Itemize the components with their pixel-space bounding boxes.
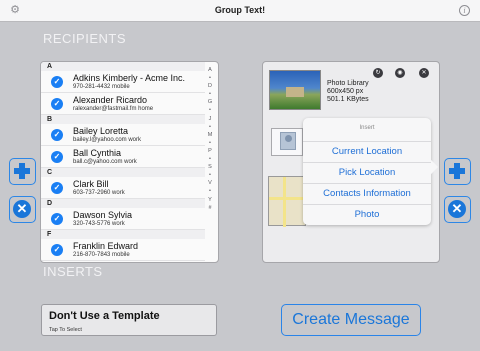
index-letter[interactable]: Y [204,196,216,204]
checkmark-icon[interactable]: ✓ [51,151,63,163]
index-letter[interactable]: V [204,179,216,187]
index-letter[interactable]: M [204,131,216,139]
contact-detail: 320-743-5776 work [73,221,125,227]
index-letter[interactable]: A [204,66,216,74]
menu-item-contacts-information[interactable]: Contacts Information [303,183,431,203]
menu-item-current-location[interactable]: Current Location [303,141,431,161]
contact-name: Bailey Loretta [73,126,129,136]
contact-name: Alexander Ricardo [73,95,148,105]
photo-source: Photo Library [327,80,369,87]
contact-row[interactable]: ✓ Ball Cynthia ball.c@yahoo.com work [41,146,205,168]
delete-icon[interactable]: ✕ [419,68,429,78]
close-icon: ✕ [13,200,31,218]
photo-thumbnail[interactable] [269,70,321,110]
index-letter[interactable]: • [204,123,216,131]
checkmark-icon[interactable]: ✓ [51,129,63,141]
info-icon[interactable]: i [459,5,470,16]
menu-item-pick-location[interactable]: Pick Location [303,162,431,182]
contact-detail: 216-870-7843 mobile [73,252,130,258]
index-letter[interactable]: • [204,155,216,163]
contact-name: Franklin Edward [73,241,139,251]
section-header: B [41,115,205,124]
add-insert-button[interactable] [444,158,471,185]
contacts-table: A ✓ Adkins Kimberly - Acme Inc. 970-281-443… [41,62,205,261]
index-letter[interactable]: • [204,171,216,179]
photo-info: Photo Library 600x450 px 501.1 KBytes [327,80,369,104]
index-letter[interactable]: G [204,98,216,106]
contact-detail: 603-737-2960 work [73,190,125,196]
plus-icon [14,163,30,179]
refresh-icon[interactable]: ↻ [373,68,383,78]
remove-recipient-button[interactable]: ✕ [9,196,36,223]
contact-name: Dawson Sylvia [73,210,133,220]
checkmark-icon[interactable]: ✓ [51,76,63,88]
recipients-label: RECIPIENTS [43,31,127,46]
checkmark-icon[interactable]: ✓ [51,244,63,256]
contact-detail: ball.c@yahoo.com work [73,159,137,165]
index-letter[interactable]: • [204,106,216,114]
section-header: F [41,230,205,239]
contact-card-thumbnail[interactable] [271,128,303,156]
contact-row[interactable]: ✓ Dawson Sylvia 320-743-5776 work [41,208,205,230]
add-recipient-button[interactable] [9,158,36,185]
index-letter[interactable]: • [204,90,216,98]
contact-row[interactable]: ✓ Franklin Edward 216-870-7843 mobile [41,239,205,261]
index-letter[interactable]: D [204,82,216,90]
index-letter[interactable]: • [204,187,216,195]
navigation-bar: ⚙ Group Text! i [0,0,480,22]
contact-icon [280,132,296,150]
contact-row[interactable]: ✓ Bailey Loretta bailey.l@yahoo.com work [41,124,205,146]
index-letter[interactable]: # [204,204,216,212]
menu-item-photo[interactable]: Photo [303,204,431,224]
contact-name: Ball Cynthia [73,148,122,158]
contact-detail: bailey.l@yahoo.com work [73,137,142,143]
contact-name: Clark Bill [73,179,109,189]
template-title: Don't Use a Template [49,310,160,322]
app-title: Group Text! [214,5,266,15]
index-letter[interactable]: • [204,74,216,82]
contact-row[interactable]: ✓ Clark Bill 603-737-2960 work [41,177,205,199]
contact-detail: 970-281-4432 mobile [73,84,130,90]
index-letter[interactable]: J [204,115,216,123]
close-icon: ✕ [448,200,466,218]
insert-popover: Insert Current Location Pick Location Co… [303,118,439,225]
contact-row[interactable]: ✓ Alexander Ricardo ralexander@fastmail.fm… [41,93,205,115]
map-thumbnail[interactable] [268,176,307,227]
photo-bytes: 501.1 KBytes [327,96,369,103]
remove-insert-button[interactable]: ✕ [444,196,471,223]
recipients-list[interactable]: A ✓ Adkins Kimberly - Acme Inc. 970-281-443… [40,61,219,263]
section-header: A [41,62,205,71]
popover-title: Insert [359,125,375,131]
section-header: C [41,168,205,177]
section-index[interactable]: A • D • G • J • M • P • S • V • Y # [204,66,216,212]
template-selector-button[interactable]: Don't Use a Template Tap To Select [41,304,217,336]
checkmark-icon[interactable]: ✓ [51,213,63,225]
inserts-label: INSERTS [43,264,103,279]
section-header: D [41,199,205,208]
index-letter[interactable]: • [204,139,216,147]
contact-row[interactable]: ✓ Adkins Kimberly - Acme Inc. 970-281-4432… [41,71,205,93]
eye-icon[interactable]: ◉ [395,68,405,78]
contact-name: Adkins Kimberly - Acme Inc. [73,73,186,83]
plus-icon [449,163,465,179]
create-message-button[interactable]: Create Message [281,304,421,336]
checkmark-icon[interactable]: ✓ [51,98,63,110]
template-subtitle: Tap To Select [49,327,82,333]
index-letter[interactable]: P [204,147,216,155]
index-letter[interactable]: S [204,163,216,171]
contact-detail: ralexander@fastmail.fm home [73,106,154,112]
checkmark-icon[interactable]: ✓ [51,182,63,194]
photo-size: 600x450 px [327,88,364,95]
